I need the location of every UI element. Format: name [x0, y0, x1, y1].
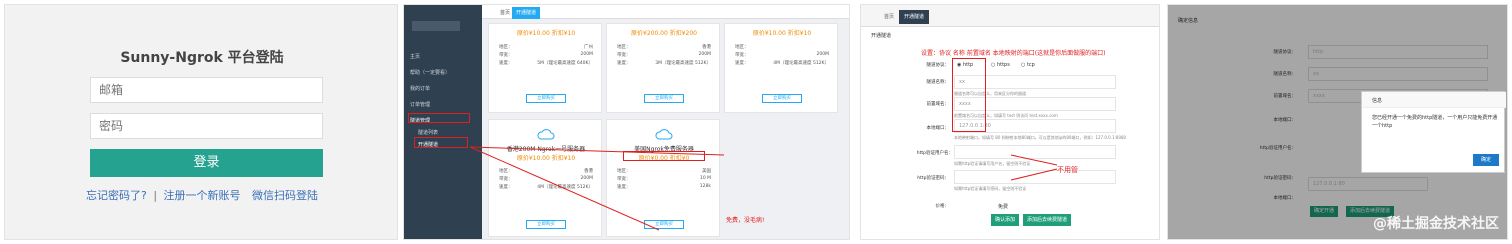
annotation-arrow [1010, 154, 1058, 181]
register-link[interactable]: 注册一个新账号 [164, 189, 241, 202]
admin-panel: 主页 帮助（一定要看） 我的订单 订单管理 隧道管理 隧道列表 开通隧道 首页 … [403, 4, 850, 240]
login-card: Sunny-Ngrok 平台登陆 登录 忘记密码了? | 注册一个新账号 微信扫… [5, 5, 397, 239]
dialog-title: 信息 [1362, 92, 1506, 108]
dialog-ok-button[interactable]: 确定 [1472, 154, 1499, 166]
screenshot-strip: Sunny-Ngrok 平台登陆 登录 忘记密码了? | 注册一个新账号 微信扫… [0, 0, 1512, 244]
forgot-password-link[interactable]: 忘记密码了? [86, 189, 147, 202]
login-panel: Sunny-Ngrok 平台登陆 登录 忘记密码了? | 注册一个新账号 微信扫… [4, 4, 398, 240]
wechat-login-link[interactable]: 微信扫码登陆 [252, 189, 318, 202]
dialog-message: 您已经开通一个免费的http隧道，一个用户只能免费开通一个http [1372, 115, 1498, 129]
tunnel-form-panel: 首页 开通隧道 开通隧道 设置：协议 名称 前置域名 本地映射的端口(这就是你后… [860, 4, 1160, 240]
annotation-arrow [469, 146, 725, 231]
login-button[interactable]: 登录 [90, 149, 323, 177]
password-field[interactable] [90, 113, 323, 139]
watermark: @稀土掘金技术社区 [1373, 216, 1499, 232]
login-title: Sunny-Ngrok 平台登陆 [120, 50, 284, 66]
link-separator: | [153, 189, 158, 202]
login-links: 忘记密码了? | 注册一个新账号 微信扫码登陆 [5, 187, 397, 203]
confirm-panel: 确定信息 隧道协议： http 隧道名称： xx 前置域名： xxxx 本地端口… [1167, 4, 1508, 240]
email-field[interactable] [90, 77, 323, 103]
info-dialog: 信息 您已经开通一个免费的http隧道，一个用户只能免费开通一个http 确定 [1361, 91, 1506, 173]
